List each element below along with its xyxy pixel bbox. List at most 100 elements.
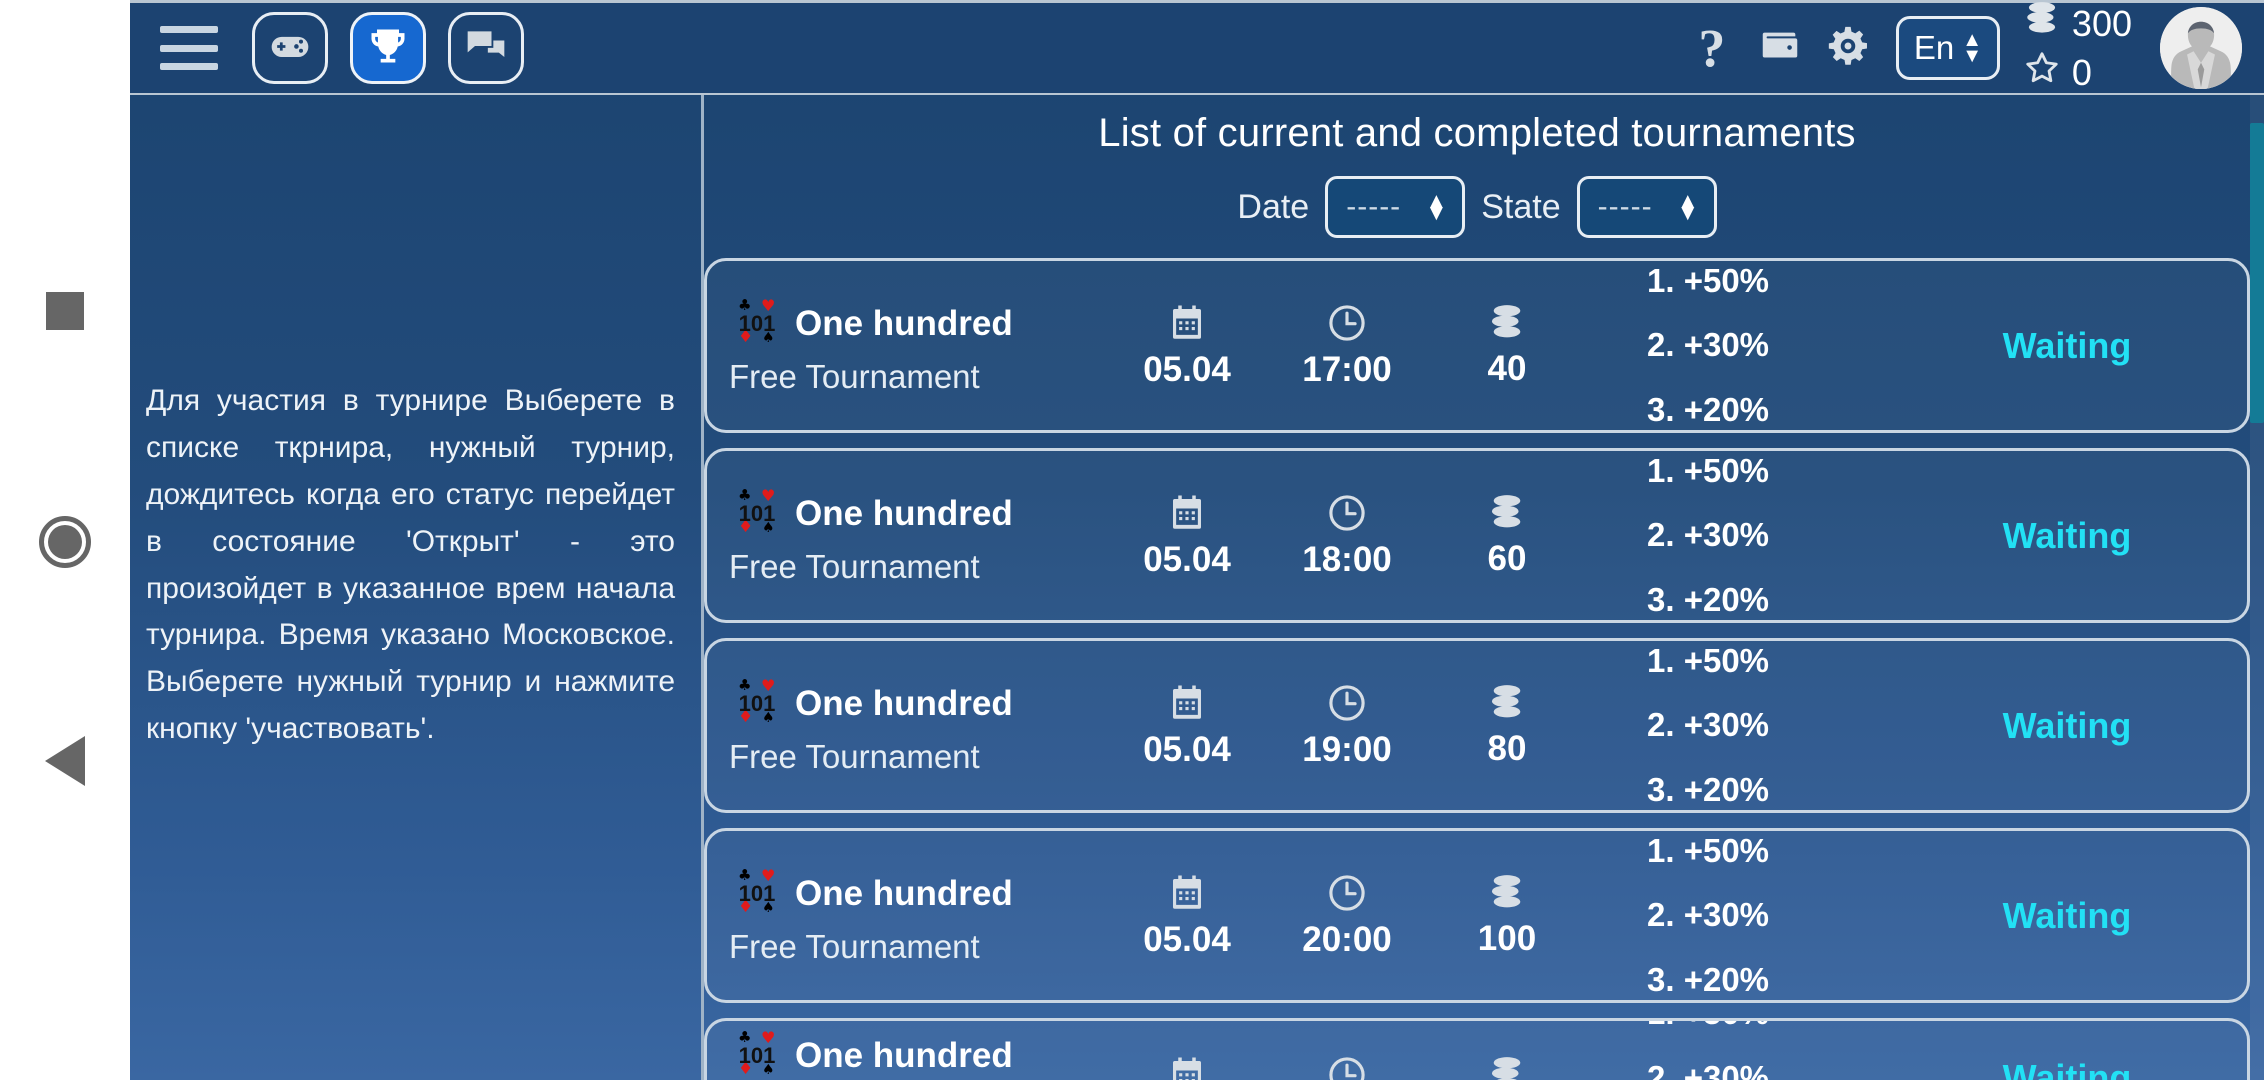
help-button[interactable]: ? (1678, 13, 1746, 83)
filters-bar: Date ----- ▲ ▼ State ----- ▲ ▼ (704, 176, 2250, 238)
recents-square-icon[interactable] (46, 292, 84, 330)
tournament-time: 19:00 (1302, 729, 1392, 769)
clock-icon (1267, 1054, 1427, 1080)
tournament-time-cell: 17:00 (1267, 302, 1427, 390)
date-filter-label: Date (1237, 187, 1310, 226)
status-badge: Waiting (2002, 514, 2132, 556)
tournament-date-cell: 05.04 (1107, 872, 1267, 960)
calendar-icon (1107, 492, 1267, 534)
chat-bubbles-icon (464, 24, 508, 73)
chevron-updown-icon: ▲ ▼ (1962, 29, 1982, 67)
tournament-subtitle: Free Tournament (729, 737, 980, 775)
tournament-prizes-cell: 1. +50%2. +30%3. +20% (1587, 1021, 1887, 1080)
prize-line-1: 1. +50% (1647, 831, 1770, 869)
status-badge: Waiting (2002, 324, 2132, 366)
tournament-date-cell: 05.04 (1107, 492, 1267, 580)
game-101-icon (729, 1028, 785, 1080)
list-scrollbar[interactable] (2250, 95, 2264, 1080)
scrollbar-thumb[interactable] (2250, 123, 2264, 423)
coins-balance[interactable]: 300 (2022, 1, 2132, 46)
prize-line-3: 3. +20% (1647, 960, 1770, 998)
user-avatar[interactable] (2160, 7, 2242, 89)
tournament-players-cell (1427, 1055, 1587, 1080)
header-right-cluster: ? En ▲ ▼ 300 0 (1678, 1, 2242, 95)
tournament-name-cell: One hundredFree Tournament (707, 296, 1107, 396)
tournament-list: One hundred Free Tournament 05.04 17:00 40 1.… (704, 258, 2250, 1080)
tournament-row[interactable]: One hundred Free Tournament 05.04 19:00 80 1.… (704, 638, 2250, 813)
app-screen: ? En ▲ ▼ 300 0 Для участия в турнире Выб… (0, 0, 2264, 1080)
wallet-button[interactable] (1746, 13, 1814, 83)
application-area: ? En ▲ ▼ 300 0 Для участия в турнире Выб… (130, 0, 2264, 1080)
tournament-row[interactable]: One hundred Free Tournament 05.04 20:00 100 1… (704, 828, 2250, 1003)
tournament-name-cell: One hundredFree Tournament (707, 1028, 1107, 1080)
tournament-date: 05.04 (1143, 919, 1231, 959)
tournament-status-cell: Waiting (1887, 515, 2247, 557)
prize-line-3: 3. +20% (1647, 580, 1770, 618)
user-avatar-icon (2160, 7, 2242, 89)
tournament-prizes-cell: 1. +50% 2. +30% 3. +20% (1587, 819, 1887, 1012)
tournament-time-cell: 20:00 (1267, 872, 1427, 960)
tournament-players-cell: 80 (1427, 683, 1587, 769)
clock-icon (1267, 492, 1427, 534)
tournament-time: 20:00 (1302, 919, 1392, 959)
calendar-icon (1107, 682, 1267, 724)
nav-button-tournaments[interactable] (350, 12, 426, 84)
tournament-name-cell: One hundredFree Tournament (707, 486, 1107, 586)
date-filter-value: ----- (1346, 190, 1402, 223)
coins-icon (1427, 873, 1587, 913)
page-title: List of current and completed tournament… (1098, 111, 1856, 155)
tournament-date-cell: 05.04 (1107, 302, 1267, 390)
prize-line-1: 1. +50% (1647, 261, 1770, 299)
tournament-time: 18:00 (1302, 539, 1392, 579)
language-selector[interactable]: En ▲ ▼ (1895, 16, 2000, 80)
tournament-name-cell: One hundredFree Tournament (707, 866, 1107, 966)
nav-button-games[interactable] (252, 12, 328, 84)
tournament-row[interactable]: One hundredFree Tournament 1. +50% 2. +30%… (704, 1018, 2250, 1080)
coins-icon (1427, 1055, 1587, 1080)
tournament-status-cell: Waiting (1887, 705, 2247, 747)
prize-line-2: 2. +30% (1647, 1058, 1770, 1080)
nav-button-chat[interactable] (448, 12, 524, 84)
tournament-time-cell: 18:00 (1267, 492, 1427, 580)
hamburger-menu-icon[interactable] (160, 26, 218, 70)
tournament-row[interactable]: One hundred Free Tournament 05.04 17:00 40 1.… (704, 258, 2250, 433)
gear-icon (1825, 23, 1871, 74)
tournament-title: One hundred (795, 873, 1013, 913)
game-101-icon (729, 296, 785, 352)
back-triangle-icon[interactable] (45, 736, 85, 786)
clock-icon (1267, 302, 1427, 344)
clock-icon (1267, 682, 1427, 724)
status-badge: Waiting (2002, 1057, 2132, 1080)
home-circle-icon[interactable] (39, 516, 91, 568)
prize-line-2: 2. +30% (1647, 896, 1770, 934)
settings-button[interactable] (1814, 13, 1882, 83)
tournament-date: 05.04 (1143, 729, 1231, 769)
stars-balance[interactable]: 0 (2022, 50, 2132, 95)
instructions-panel: Для участия в турнире Выберете в списке … (130, 95, 704, 1080)
tournament-players-cell: 40 (1427, 303, 1587, 389)
prize-line-2: 2. +30% (1647, 706, 1770, 744)
gamepad-icon (268, 24, 312, 73)
tournament-date-cell: 05.04 (1107, 682, 1267, 770)
app-header: ? En ▲ ▼ 300 0 (130, 0, 2264, 95)
coins-icon (2022, 1, 2062, 46)
tournament-date: 05.04 (1143, 349, 1231, 389)
status-badge: Waiting (2002, 894, 2132, 936)
tournament-title: One hundred (795, 493, 1013, 533)
tournament-prizes-cell: 1. +50%2. +30%3. +20% (1587, 629, 1887, 822)
tournament-status-cell: Waiting (1887, 1057, 2247, 1080)
tournament-row[interactable]: One hundred Free Tournament 05.04 18:00 60 1.… (704, 448, 2250, 623)
state-filter-select[interactable]: ----- ▲ ▼ (1576, 176, 1717, 238)
tournament-players: 80 (1487, 728, 1527, 768)
question-mark-icon: ? (1698, 18, 1726, 78)
calendar-icon (1107, 302, 1267, 344)
balance-cluster: 300 0 (2022, 1, 2132, 95)
language-value: En (1913, 29, 1955, 66)
game-101-icon (729, 486, 785, 542)
tournament-players-cell: 60 (1427, 493, 1587, 579)
instructions-text: Для участия в турнире Выберете в списке … (146, 384, 675, 745)
tournament-players: 100 (1477, 918, 1537, 958)
date-filter-select[interactable]: ----- ▲ ▼ (1325, 176, 1466, 238)
calendar-icon (1107, 872, 1267, 914)
prize-line-1: 1. +50% (1647, 1021, 1887, 1046)
